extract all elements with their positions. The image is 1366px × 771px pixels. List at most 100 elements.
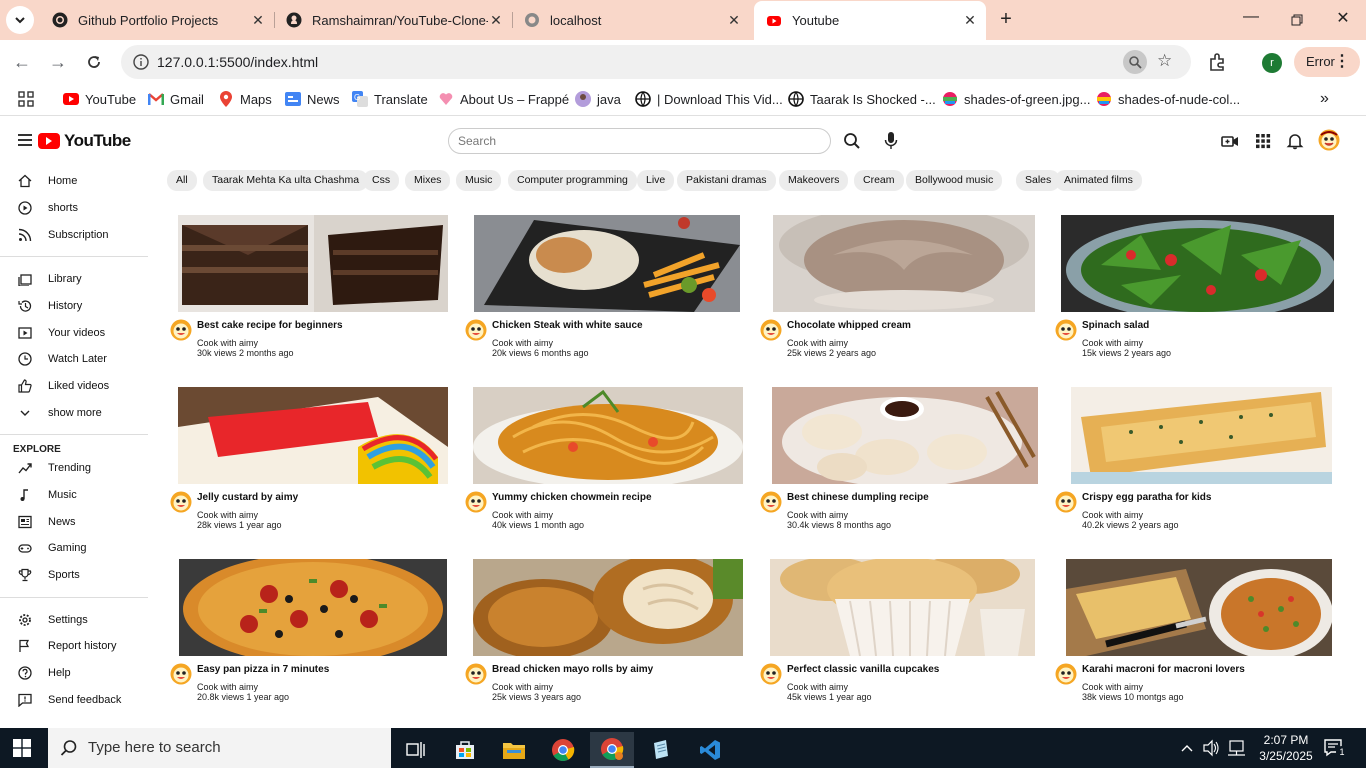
- video-card[interactable]: Chicken Steak with white sauce Cook with…: [465, 215, 755, 375]
- address-bar[interactable]: 127.0.0.1:5500/index.html ☆: [121, 45, 1191, 79]
- video-title[interactable]: Easy pan pizza in 7 minutes: [197, 664, 329, 675]
- chip[interactable]: All: [167, 170, 197, 191]
- channel-name[interactable]: Cook with aimy: [1082, 510, 1143, 520]
- channel-name[interactable]: Cook with aimy: [197, 338, 258, 348]
- windows-start-icon[interactable]: [13, 739, 31, 757]
- bookmark-star-icon[interactable]: ☆: [1157, 51, 1172, 71]
- channel-avatar[interactable]: [760, 663, 782, 685]
- channel-avatar[interactable]: [1055, 491, 1077, 513]
- search-input[interactable]: Search: [448, 128, 831, 154]
- video-card[interactable]: Bread chicken mayo rolls by aimy Cook wi…: [465, 559, 755, 719]
- video-thumbnail[interactable]: [1061, 215, 1334, 312]
- channel-name[interactable]: Cook with aimy: [197, 682, 258, 692]
- tab-localhost[interactable]: localhost ✕: [512, 0, 750, 40]
- taskbar-file-explorer[interactable]: [492, 732, 536, 768]
- sidebar-item-show-more[interactable]: show more: [0, 400, 148, 426]
- channel-name[interactable]: Cook with aimy: [492, 510, 553, 520]
- video-card[interactable]: Perfect classic vanilla cupcakes Cook wi…: [760, 559, 1050, 719]
- channel-avatar[interactable]: [170, 491, 192, 513]
- chevron-up-icon[interactable]: [1180, 728, 1194, 768]
- channel-name[interactable]: Cook with aimy: [787, 338, 848, 348]
- video-card[interactable]: Karahi macroni for macroni lovers Cook w…: [1055, 559, 1345, 719]
- channel-avatar[interactable]: [1055, 319, 1077, 341]
- video-card[interactable]: Best chinese dumpling recipe Cook with a…: [760, 387, 1050, 547]
- video-camera-icon[interactable]: [1221, 132, 1239, 150]
- sidebar-item-subscription[interactable]: Subscription: [0, 222, 148, 248]
- close-icon[interactable]: ✕: [726, 12, 742, 29]
- channel-avatar[interactable]: [760, 319, 782, 341]
- taskbar-search-box[interactable]: Type here to search: [48, 728, 391, 768]
- chip[interactable]: Makeovers: [779, 170, 849, 191]
- close-icon[interactable]: ✕: [250, 12, 266, 29]
- video-thumbnail[interactable]: [1066, 559, 1332, 656]
- video-thumbnail[interactable]: [772, 387, 1038, 484]
- video-title[interactable]: Chicken Steak with white sauce: [492, 320, 643, 331]
- apps-grid-icon[interactable]: [1254, 132, 1272, 150]
- avatar[interactable]: [1318, 129, 1340, 151]
- menu-icon[interactable]: [18, 134, 32, 146]
- channel-avatar[interactable]: [760, 491, 782, 513]
- chip[interactable]: Computer programming: [508, 170, 637, 191]
- close-icon[interactable]: ✕: [962, 12, 978, 29]
- sidebar-item-trending[interactable]: Trending: [0, 455, 148, 481]
- zoom-button[interactable]: [1123, 50, 1147, 74]
- video-card[interactable]: Crispy egg paratha for kids Cook with ai…: [1055, 387, 1345, 547]
- video-card[interactable]: Chocolate whipped cream Cook with aimy 2…: [760, 215, 1050, 375]
- tab-youtube[interactable]: Youtube ✕: [754, 1, 986, 40]
- task-view-button[interactable]: [394, 732, 438, 768]
- video-thumbnail[interactable]: [179, 559, 447, 656]
- minimize-button[interactable]: —: [1236, 8, 1266, 32]
- channel-name[interactable]: Cook with aimy: [787, 682, 848, 692]
- close-window-button[interactable]: ✕: [1328, 8, 1358, 32]
- video-title[interactable]: Jelly custard by aimy: [197, 492, 298, 503]
- bookmark-shades-nude[interactable]: shades-of-nude-col...: [1096, 91, 1240, 107]
- bookmark-translate[interactable]: G Translate: [352, 91, 428, 107]
- chip[interactable]: Css: [363, 170, 400, 191]
- sidebar-item-settings[interactable]: Settings: [0, 607, 148, 633]
- sidebar-item-sports[interactable]: Sports: [0, 562, 148, 588]
- video-title[interactable]: Bread chicken mayo rolls by aimy: [492, 664, 653, 675]
- sidebar-item-shorts[interactable]: shorts: [0, 195, 148, 221]
- back-button[interactable]: ←: [10, 50, 34, 74]
- video-thumbnail[interactable]: [178, 215, 448, 312]
- bookmark-java[interactable]: java: [575, 91, 621, 107]
- bookmark-taarak[interactable]: Taarak Is Shocked -...: [788, 91, 936, 107]
- channel-avatar[interactable]: [465, 663, 487, 685]
- channel-avatar[interactable]: [170, 663, 192, 685]
- video-thumbnail[interactable]: [473, 387, 743, 484]
- search-icon[interactable]: [843, 132, 861, 150]
- chip[interactable]: Cream: [854, 170, 904, 191]
- video-card[interactable]: Spinach salad Cook with aimy 15k views 2…: [1055, 215, 1345, 375]
- sidebar-item-watch-later[interactable]: Watch Later: [0, 346, 148, 372]
- new-tab-button[interactable]: +: [994, 8, 1018, 32]
- video-card[interactable]: Yummy chicken chowmein recipe Cook with …: [465, 387, 755, 547]
- sidebar-item-news[interactable]: News: [0, 509, 148, 535]
- bookmark-frappe[interactable]: About Us – Frappé: [438, 91, 569, 107]
- chip[interactable]: Mixes: [405, 170, 451, 191]
- channel-avatar[interactable]: [170, 319, 192, 341]
- extensions-icon[interactable]: [1207, 51, 1229, 73]
- channel-name[interactable]: Cook with aimy: [492, 682, 553, 692]
- bookmark-gmail[interactable]: Gmail: [148, 91, 204, 107]
- channel-avatar[interactable]: [1055, 663, 1077, 685]
- video-thumbnail[interactable]: [1071, 387, 1332, 484]
- restore-button[interactable]: [1282, 8, 1312, 32]
- channel-name[interactable]: Cook with aimy: [1082, 682, 1143, 692]
- video-card[interactable]: Jelly custard by aimy Cook with aimy 28k…: [170, 387, 460, 547]
- chip[interactable]: Animated films: [1055, 170, 1142, 191]
- video-title[interactable]: Best cake recipe for beginners: [197, 320, 343, 331]
- reload-button[interactable]: [82, 50, 106, 74]
- channel-name[interactable]: Cook with aimy: [1082, 338, 1143, 348]
- taskbar-clock[interactable]: 2:07 PM 3/25/2025: [1254, 732, 1318, 764]
- taskbar-chrome[interactable]: [541, 732, 585, 768]
- sidebar-item-liked-videos[interactable]: Liked videos: [0, 373, 148, 399]
- error-menu-button[interactable]: Error ⋮: [1294, 47, 1360, 77]
- video-card[interactable]: Best cake recipe for beginners Cook with…: [170, 215, 460, 375]
- bookmark-news[interactable]: News: [285, 91, 340, 107]
- bookmark-download-video[interactable]: | Download This Vid...: [635, 91, 783, 107]
- video-thumbnail[interactable]: [178, 387, 448, 484]
- channel-name[interactable]: Cook with aimy: [492, 338, 553, 348]
- sidebar-item-report-history[interactable]: Report history: [0, 633, 148, 659]
- bookmark-maps[interactable]: Maps: [218, 91, 272, 107]
- video-thumbnail[interactable]: [473, 559, 743, 656]
